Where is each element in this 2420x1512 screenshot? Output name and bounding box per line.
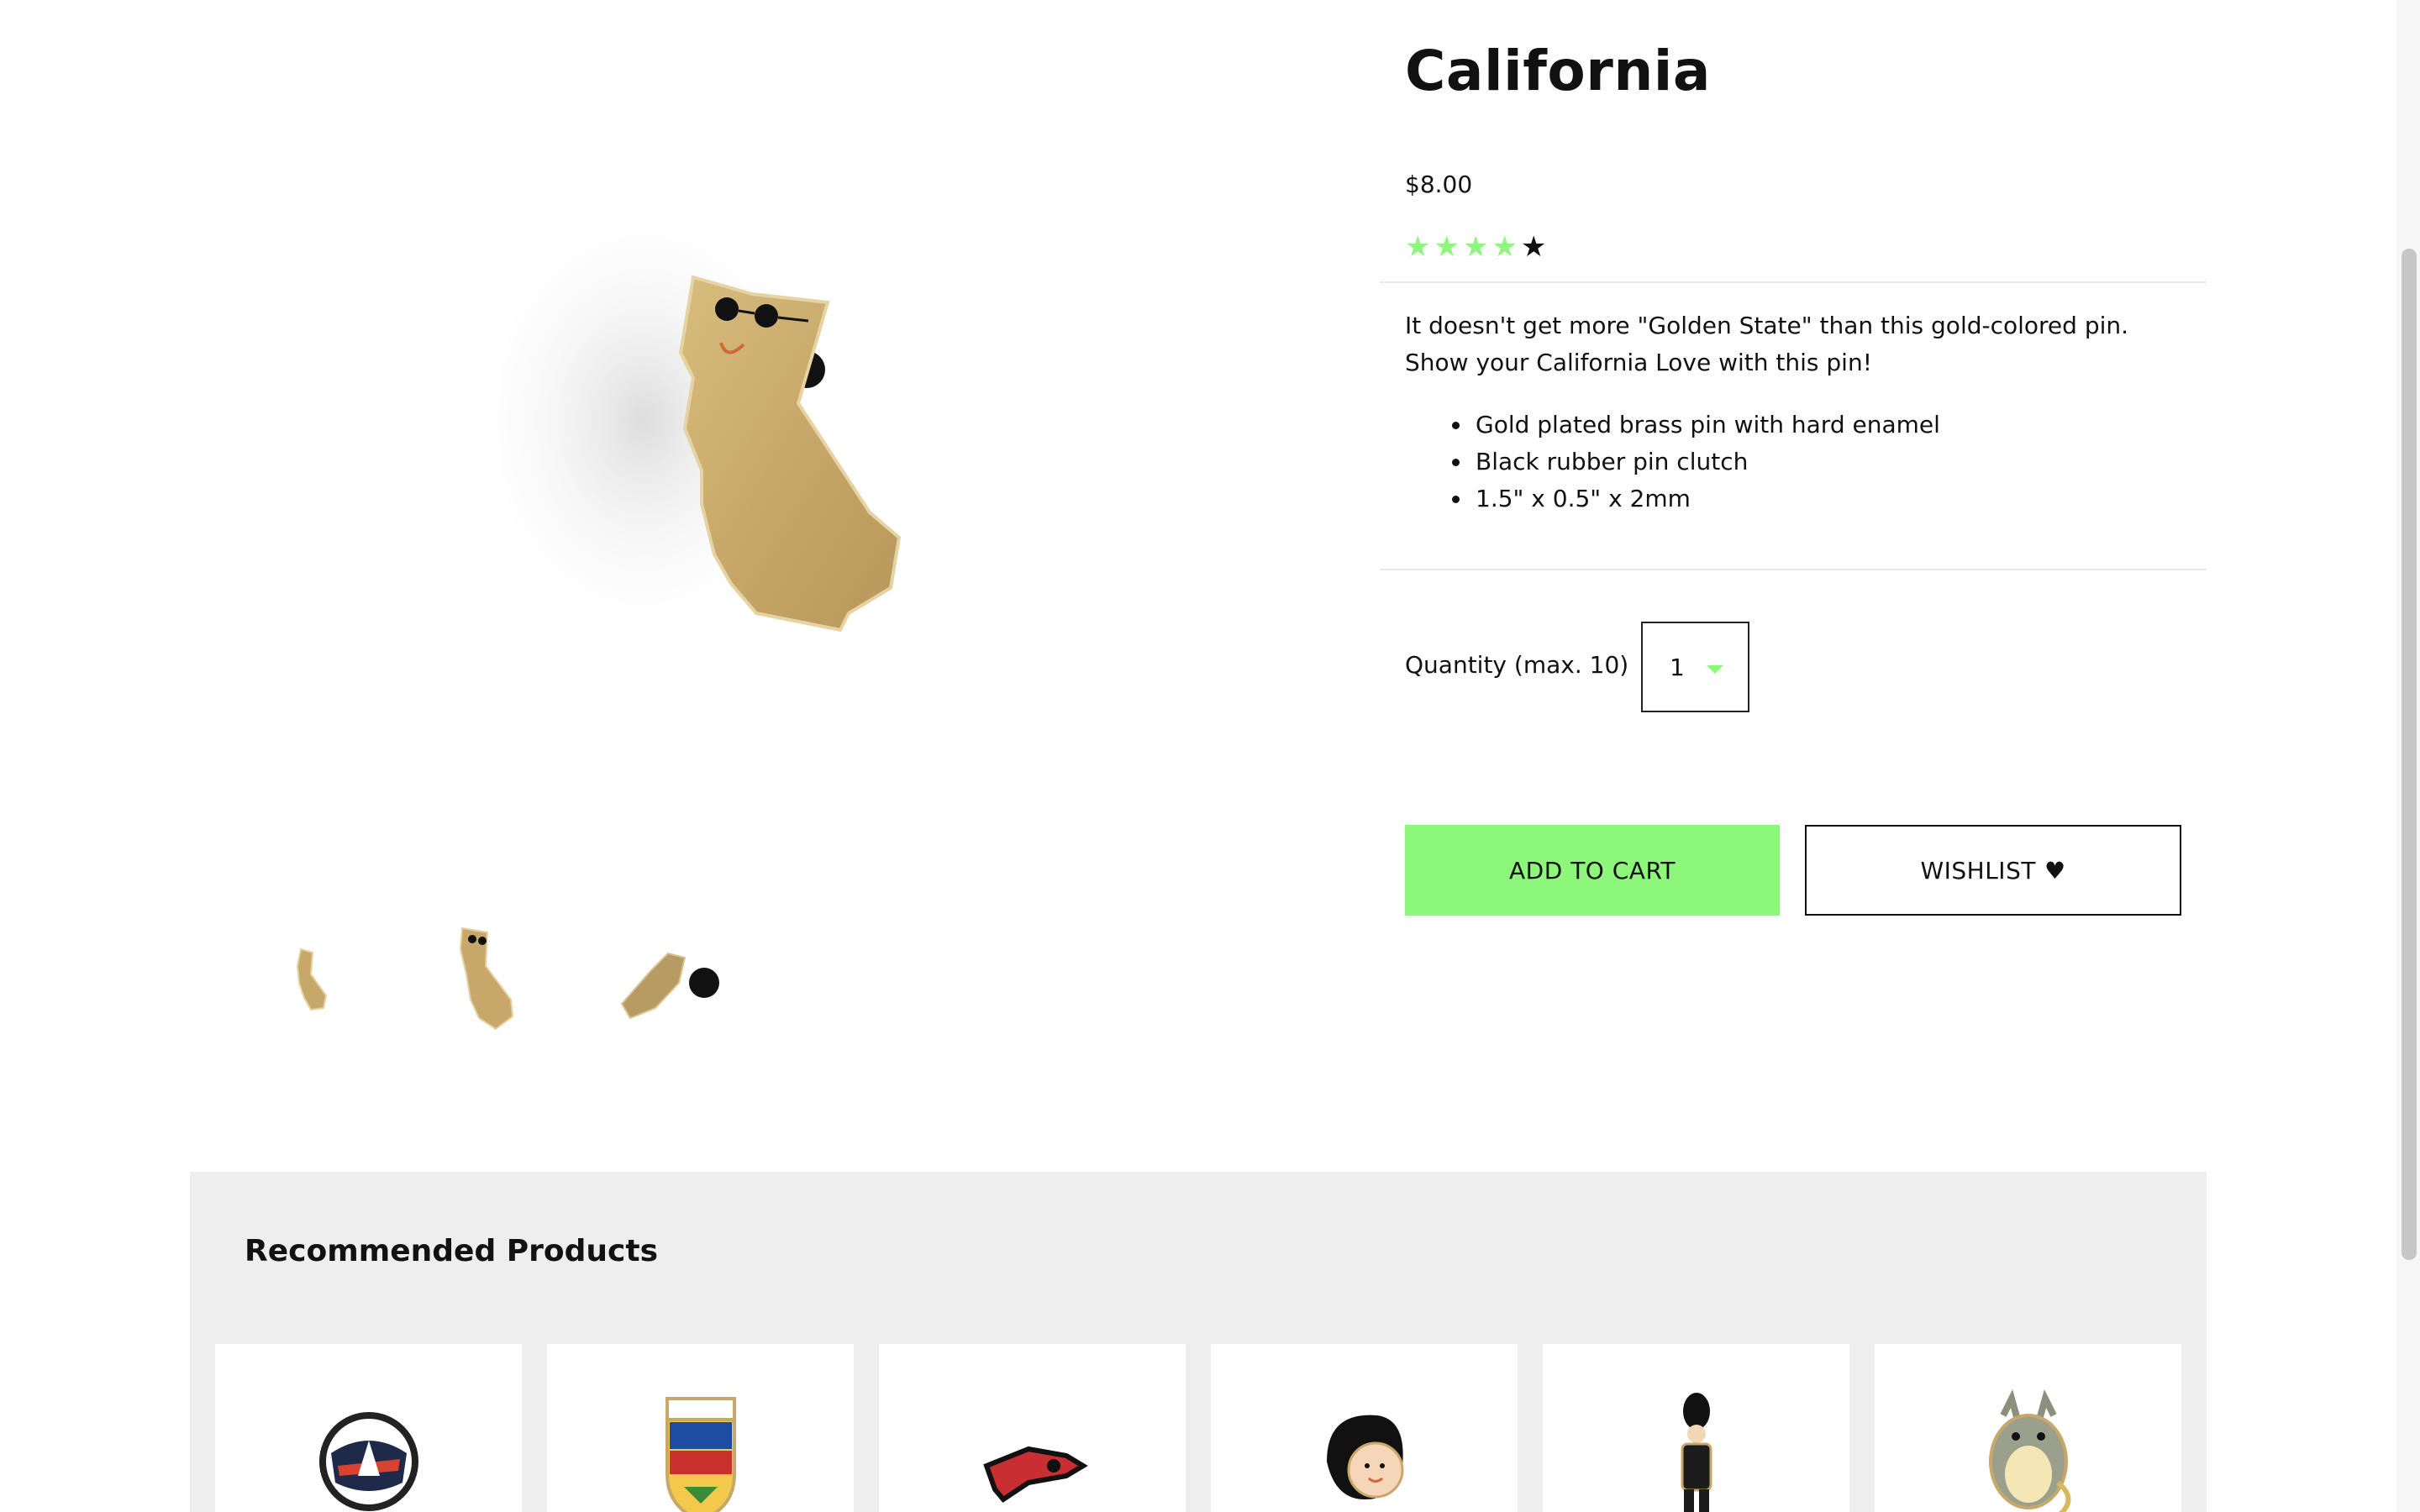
- california-pin-thumb-icon: [296, 948, 328, 1011]
- product-page: California $8.00 ★ ★ ★ ★ ★ It doesn't ge…: [0, 0, 2420, 1512]
- scrollbar-track[interactable]: [2396, 0, 2420, 1512]
- girl-face-pin-icon: [1326, 1415, 1403, 1499]
- thumbnail-3[interactable]: [605, 916, 731, 1042]
- product-title: California: [1405, 39, 1711, 103]
- recommended-products-section: Recommended Products: [190, 1172, 2207, 1512]
- main-product-image[interactable]: [471, 101, 1042, 706]
- thumbnail-gallery: [252, 916, 731, 1042]
- heart-icon: ♥: [2044, 856, 2066, 885]
- recommended-card-2[interactable]: [547, 1344, 854, 1512]
- police-officer-pin-icon: [1681, 1393, 1712, 1512]
- quebec-shield-pin-icon: [665, 1397, 736, 1512]
- thumbnail-2[interactable]: [429, 916, 555, 1042]
- astronaut-helmet-pin-icon: [318, 1412, 418, 1511]
- rating-stars: ★ ★ ★ ★ ★: [1405, 230, 2212, 264]
- product-details: California $8.00 ★ ★ ★ ★ ★: [1405, 34, 2212, 264]
- recommended-card-1[interactable]: [215, 1344, 522, 1512]
- feature-item: Black rubber pin clutch: [1472, 444, 1940, 480]
- divider: [1380, 569, 2207, 570]
- product-description: It doesn't get more "Golden State" than …: [1405, 312, 2129, 376]
- scrollbar-thumb[interactable]: [2402, 249, 2417, 1260]
- star-icon: ★: [1434, 230, 1460, 264]
- thumbnail-1[interactable]: [252, 916, 378, 1042]
- star-icon: ★: [1405, 230, 1431, 264]
- star-icon: ★: [1491, 230, 1518, 264]
- california-pin-image: [496, 185, 902, 655]
- quantity-label: Quantity (max. 10): [1405, 651, 1629, 679]
- totoro-pin-icon: [1988, 1389, 2070, 1512]
- california-pin-back-thumb-icon: [620, 952, 719, 1020]
- recommended-list: [215, 1344, 2181, 1512]
- star-icon: ★: [1462, 230, 1489, 264]
- quantity-value: 1: [1670, 653, 1685, 681]
- recommended-card-5[interactable]: [1543, 1344, 1849, 1512]
- wishlist-label: WISHLIST: [1920, 856, 2036, 885]
- wishlist-button[interactable]: WISHLIST ♥: [1805, 825, 2181, 916]
- recommended-card-3[interactable]: [879, 1344, 1186, 1512]
- recommended-title: Recommended Products: [245, 1234, 659, 1268]
- ray-gun-pin-icon: [982, 1446, 1088, 1503]
- california-pin-thumb-icon: [459, 927, 514, 1031]
- recommended-card-4[interactable]: [1211, 1344, 1518, 1512]
- recommended-card-6[interactable]: [1875, 1344, 2181, 1512]
- feature-item: Gold plated brass pin with hard enamel: [1472, 407, 1940, 444]
- quantity-select[interactable]: 1: [1641, 622, 1749, 712]
- feature-item: 1.5" x 0.5" x 2mm: [1472, 480, 1940, 517]
- divider: [1380, 281, 2207, 283]
- add-to-cart-button[interactable]: ADD TO CART: [1405, 825, 1780, 916]
- feature-list: Gold plated brass pin with hard enamel B…: [1472, 407, 1940, 517]
- star-icon: ★: [1520, 230, 1547, 264]
- product-price: $8.00: [1405, 171, 1473, 198]
- caret-down-icon: [1707, 665, 1723, 674]
